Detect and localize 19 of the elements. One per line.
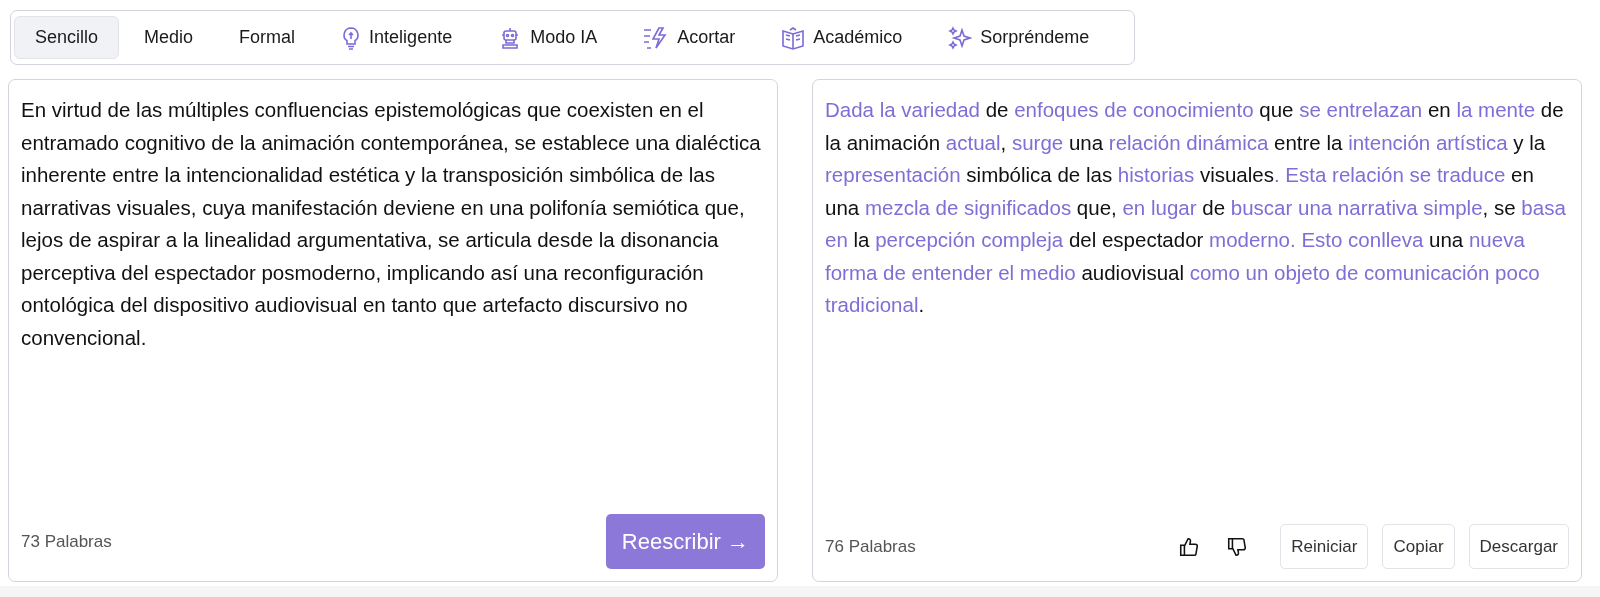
rewritten-text: Dada la variedad de enfoques de conocimiento que se entrelazan en la mente de la animación actual, surge una relación dinámica entre la intención artística y la representación simbólica de las historias visuales. Esta relación se traduce en una mezcla de significados que, en lugar de buscar una narrativa simple, se basa en la percepción compleja del espectador moderno. Esto conlleva una nueva forma de entender el medio audiovisual como un objeto de comunicación poco tradicional. xyxy=(825,97,1567,318)
download-button[interactable]: Descargar xyxy=(1468,524,1569,569)
word-count: 76 Palabras xyxy=(825,536,916,557)
tone-tab[interactable]: Formal xyxy=(218,16,317,59)
tone-tab[interactable]: Medio xyxy=(123,16,215,59)
tone-tab[interactable]: Sencillo xyxy=(14,16,120,59)
tone-tab[interactable]: Sorpréndeme xyxy=(927,16,1111,59)
word-count: 73 Palabras xyxy=(21,531,112,552)
tone-tab[interactable]: Modo IA xyxy=(477,16,619,59)
copy-button[interactable]: Copiar xyxy=(1382,524,1455,569)
rewrite-button[interactable]: Reescribir → xyxy=(605,514,765,569)
tone-tab[interactable]: Inteligente xyxy=(320,16,474,59)
book-icon xyxy=(781,25,806,50)
lightbulb-icon xyxy=(341,25,362,50)
reset-button[interactable]: Reiniciar xyxy=(1280,524,1369,569)
tone-tab[interactable]: Acortar xyxy=(622,16,757,59)
tone-tab[interactable]: Académico xyxy=(760,16,924,59)
input-text[interactable]: En virtud de las múltiples confluencias epistemológicas que coexisten en el entramado cognitivo de la animación contemporánea, se establece una dialéctica inherente entre la intencionalidad estética y la transposición simbólica de las narrativas visuales, cuya manifestación deviene en una polifonía semiótica que, lejos de aspirar a la linealidad argumentativa, se articula desde la disonancia perceptiva del espectador posmoderno, implicando así una reconfiguración ontológica del dispositivo audiovisual en tanto que artefacto discursivo no convencional. xyxy=(21,94,765,514)
sparkles-icon xyxy=(948,25,973,50)
